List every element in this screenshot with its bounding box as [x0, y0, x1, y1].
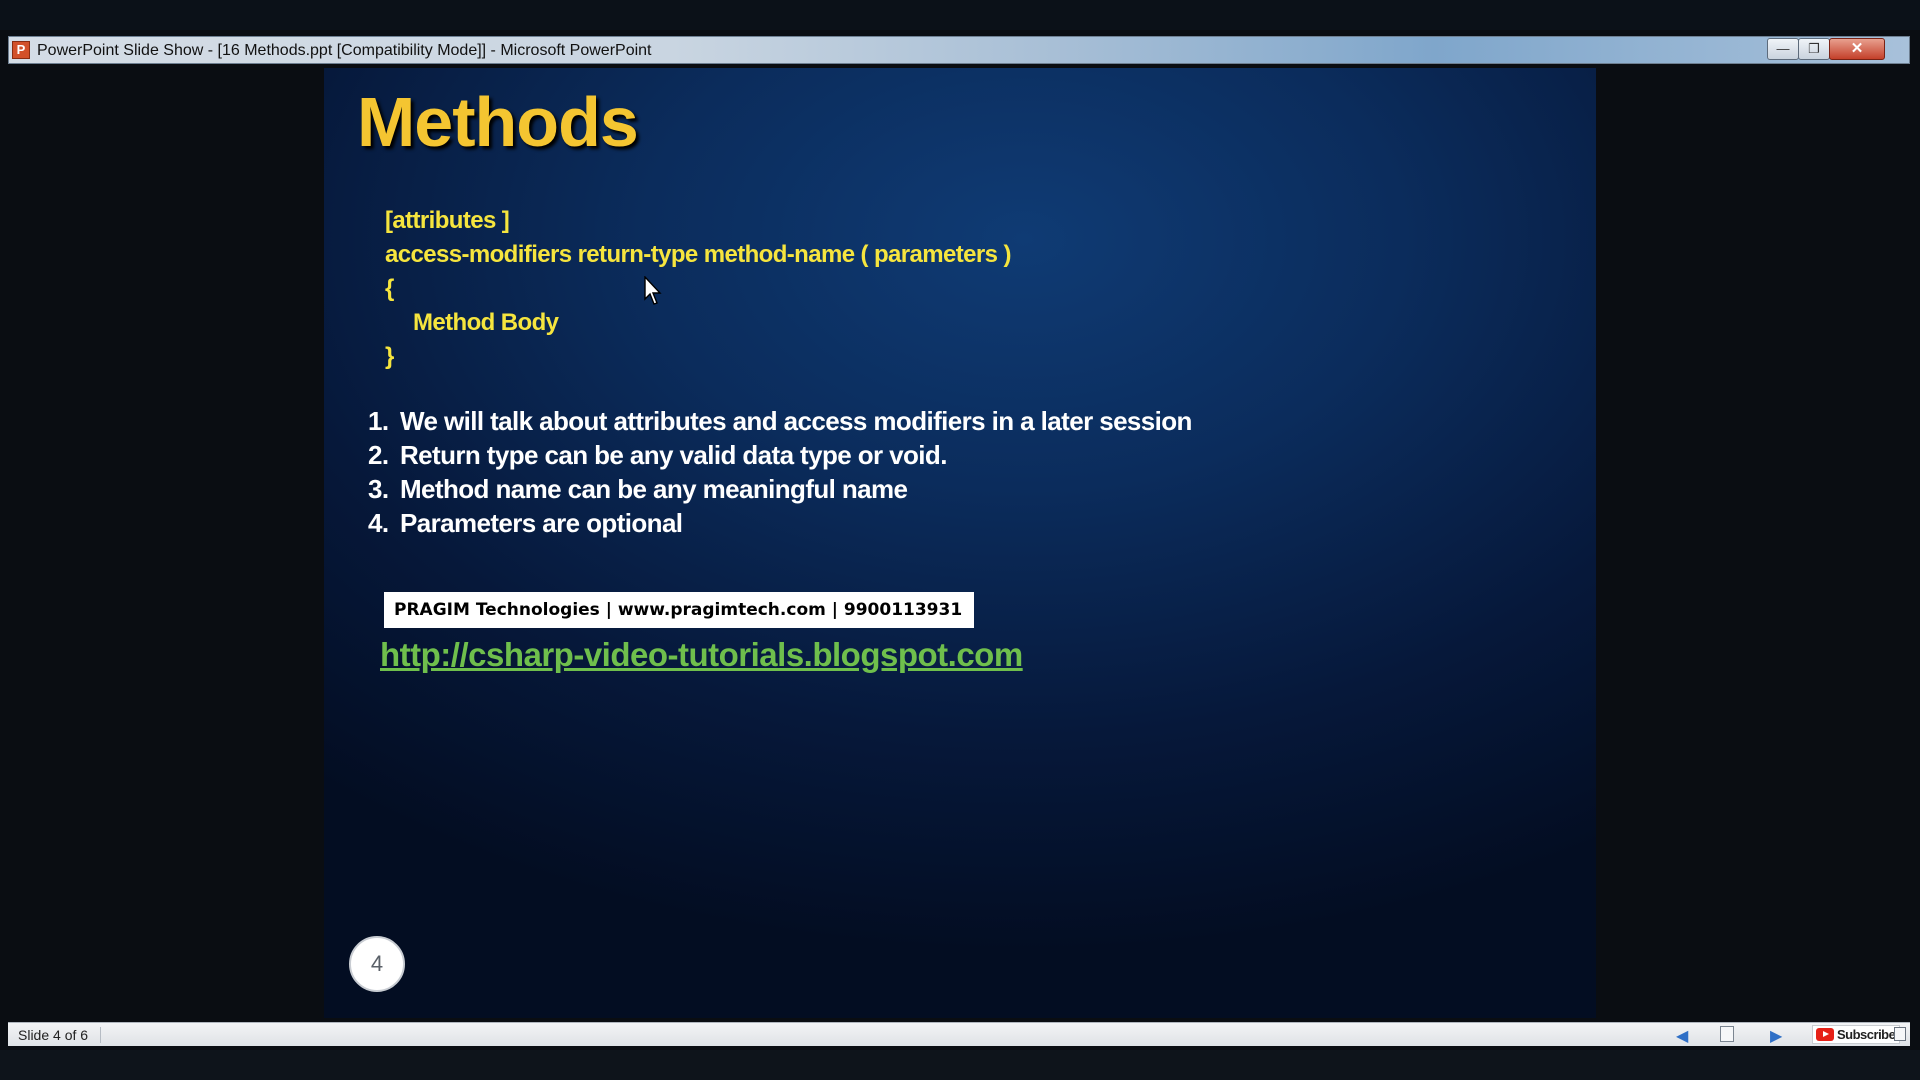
close-button[interactable]: ✕ — [1829, 38, 1885, 60]
code-attributes-line: [attributes ] — [385, 207, 510, 234]
screen-bottom-strip — [0, 1050, 1920, 1080]
status-bar: Slide 4 of 6 ◀ ▶ Subscribe — [8, 1022, 1910, 1046]
list-item: 2. Return type can be any valid data type… — [368, 438, 1192, 472]
list-item: 4. Parameters are optional — [368, 506, 1192, 540]
screen-top-strip — [0, 0, 1920, 30]
list-item-number: 1. — [368, 406, 389, 436]
blog-link[interactable]: http://csharp-video-tutorials.blogspot.c… — [380, 636, 1023, 674]
slide-menu-icon[interactable] — [1720, 1026, 1734, 1042]
subscribe-label: Subscribe — [1837, 1027, 1896, 1042]
list-item: 3. Method name can be any meaningful name — [368, 472, 1192, 506]
code-signature-line: access-modifiers return-type method-name… — [385, 241, 1011, 268]
list-item-number: 2. — [368, 440, 389, 470]
window-title: PowerPoint Slide Show - [16 Methods.ppt … — [37, 42, 652, 59]
list-item-text: Parameters are optional — [400, 508, 683, 538]
previous-slide-icon[interactable]: ◀ — [1676, 1026, 1688, 1046]
list-item-text: We will talk about attributes and access… — [400, 406, 1192, 436]
list-item-text: Return type can be any valid data type o… — [400, 440, 947, 470]
next-slide-icon[interactable]: ▶ — [1770, 1026, 1782, 1046]
numbered-list: 1. We will talk about attributes and acce… — [368, 404, 1192, 540]
code-close-brace: } — [385, 343, 394, 370]
pragim-banner: PRAGIM Technologies | www.pragimtech.com… — [384, 592, 974, 628]
powerpoint-app-icon[interactable]: P — [12, 41, 30, 59]
notes-icon[interactable] — [1894, 1027, 1906, 1041]
method-syntax-block: [attributes ] access-modifiers return-ty… — [385, 204, 1011, 374]
list-item-number: 4. — [368, 508, 389, 538]
window-title-bar[interactable]: P PowerPoint Slide Show - [16 Methods.pp… — [8, 36, 1910, 64]
slide-indicator: Slide 4 of 6 — [18, 1027, 102, 1043]
youtube-icon — [1816, 1028, 1834, 1041]
mouse-pointer-icon — [644, 276, 662, 305]
code-body-line: Method Body — [413, 309, 559, 336]
maximize-button[interactable]: ❐ — [1798, 38, 1830, 60]
slide-canvas[interactable]: Methods [attributes ] access-modifiers r… — [324, 68, 1596, 1018]
list-item: 1. We will talk about attributes and acce… — [368, 404, 1192, 438]
subscribe-button[interactable]: Subscribe — [1812, 1025, 1901, 1044]
slide-number-badge: 4 — [349, 936, 405, 992]
minimize-button[interactable]: — — [1767, 38, 1799, 60]
list-item-text: Method name can be any meaningful name — [400, 474, 908, 504]
list-item-number: 3. — [368, 474, 389, 504]
slide-title: Methods — [357, 83, 639, 161]
code-open-brace: { — [385, 275, 394, 302]
